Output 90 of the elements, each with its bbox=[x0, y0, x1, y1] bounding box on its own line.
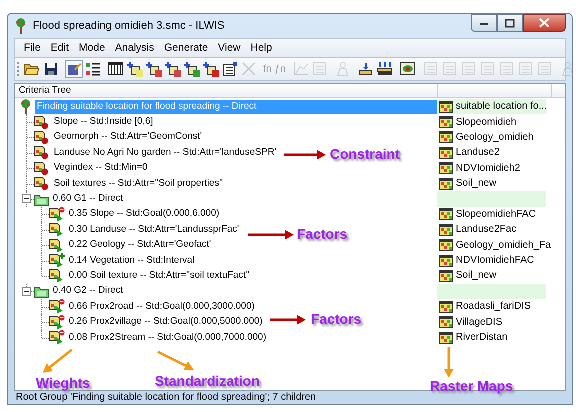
tree-item[interactable]: 0.22 Geology -- Std:Attr='Geofact' bbox=[67, 238, 212, 252]
tree-icon bbox=[14, 18, 28, 34]
map-name: Roadasli_fariDIS bbox=[456, 301, 532, 312]
tree-item[interactable]: 0.00 Soil texture -- Std:Attr=''soil textuFact'' bbox=[67, 268, 250, 283]
map-cell[interactable]: suitable location fo... bbox=[437, 99, 546, 114]
add-tool-icon[interactable] bbox=[126, 60, 144, 78]
tree-item[interactable]: 0.40 G2 -- Direct bbox=[51, 284, 124, 298]
annotation-label: Constraint bbox=[330, 145, 400, 163]
collapse-icon[interactable] bbox=[22, 194, 31, 204]
annotation-label: Raster Maps bbox=[430, 377, 514, 395]
tree-item[interactable]: 0.35 Slope -- Std:Goal(0.000,6.000) bbox=[67, 207, 220, 222]
eye-tool-icon[interactable] bbox=[398, 60, 417, 78]
close-button[interactable] bbox=[523, 14, 566, 32]
map-cell[interactable] bbox=[437, 284, 546, 300]
collapse-icon[interactable] bbox=[22, 286, 31, 296]
map-name: Slopeomidieh bbox=[456, 116, 517, 128]
raster-map-icon bbox=[439, 332, 453, 344]
map-name: SlopeomidiehFAC bbox=[456, 208, 536, 220]
map-name: VillageDIS bbox=[456, 316, 503, 328]
props-tool-icon[interactable] bbox=[220, 60, 238, 78]
annotation-label: Factors bbox=[297, 225, 348, 243]
grid-tool-icon[interactable] bbox=[376, 60, 394, 78]
menu-item[interactable]: View bbox=[213, 42, 246, 54]
window-title: Flood spreading omidieh 3.smc - ILWIS bbox=[33, 20, 226, 32]
minimize-icon bbox=[479, 20, 489, 26]
close-icon bbox=[539, 18, 550, 28]
folder-icon bbox=[34, 284, 49, 298]
raster-map-icon bbox=[439, 100, 453, 113]
map-name: Geology_omidieh bbox=[456, 132, 534, 143]
tree-item[interactable]: Soil textures -- Std:Attr=''Soil properties'' bbox=[52, 176, 224, 191]
raster-map-icon bbox=[439, 254, 453, 267]
menu-item[interactable]: Help bbox=[246, 42, 278, 54]
tree-item[interactable]: Vegindex -- Std:Min=0 bbox=[52, 161, 148, 176]
maximize-button[interactable] bbox=[497, 14, 523, 32]
annotation-label: Factors bbox=[311, 310, 362, 328]
add-tool-icon[interactable] bbox=[182, 60, 200, 78]
doc-tool-icon[interactable] bbox=[64, 60, 82, 78]
menu-item[interactable]: Analysis bbox=[110, 42, 160, 54]
map-cell[interactable] bbox=[437, 191, 546, 207]
tree-item[interactable]: Slope -- Std:Inside [0,6] bbox=[52, 115, 154, 130]
raster-map-icon bbox=[439, 116, 453, 128]
raster-map-icon bbox=[439, 131, 453, 144]
raster-map-icon bbox=[439, 162, 453, 174]
map-name: suitable location fo... bbox=[456, 101, 548, 112]
tree-item[interactable]: 0.26 Prox2village -- Std:Goal(0.000,5000.000) bbox=[67, 315, 263, 330]
constraint-map-icon bbox=[34, 176, 50, 192]
table-tool-icon[interactable] bbox=[106, 60, 124, 78]
constraint-map-icon bbox=[34, 145, 50, 160]
add-tool-icon[interactable] bbox=[202, 60, 220, 78]
raster-map-icon bbox=[439, 300, 453, 313]
add-tool-icon[interactable] bbox=[144, 60, 162, 78]
raster-map-icon bbox=[439, 208, 453, 220]
folder-icon bbox=[34, 192, 49, 206]
constraint-map-icon bbox=[34, 130, 50, 145]
maximize-icon bbox=[505, 18, 515, 28]
constraint-map-icon bbox=[34, 160, 50, 176]
stack-tool-icon[interactable] bbox=[356, 60, 375, 78]
tree-item[interactable]: 0.66 Prox2road -- Std:Goal(0.000,3000.000) bbox=[67, 300, 255, 314]
map-name: RiverDistan bbox=[456, 332, 508, 344]
menu-item[interactable]: File bbox=[19, 42, 46, 54]
map-name: NDVIomidiehFAC bbox=[456, 255, 534, 266]
tree-item[interactable]: Geomorph -- Std:Attr='GeomConst' bbox=[52, 130, 202, 144]
raster-map-icon bbox=[439, 239, 453, 252]
tree-item[interactable]: 0.08 Prox2Stream -- Std:Goal(0.000,7000.000) bbox=[67, 330, 267, 345]
map-name: Landuse2Fac bbox=[456, 224, 517, 236]
map-name: Geology_omidieh_Fa bbox=[456, 240, 552, 251]
raster-map-icon bbox=[439, 146, 453, 159]
map-name: Soil_new bbox=[456, 270, 497, 282]
raster-map-icon bbox=[439, 270, 453, 282]
tree-item[interactable]: 0.30 Landuse -- Std:Attr='LandussprFac' bbox=[67, 222, 240, 237]
status-text: Root Group 'Finding suitable location for flood spreading'; 7 children bbox=[15, 391, 318, 404]
minimize-button[interactable] bbox=[471, 14, 497, 32]
tree-item[interactable]: 0.60 G1 -- Direct bbox=[51, 192, 124, 206]
raster-map-icon bbox=[439, 224, 453, 236]
map-name: NDVIomidieh2 bbox=[456, 162, 520, 174]
annotation-label: Wieghts bbox=[36, 374, 90, 392]
tree-item[interactable]: 0.14 Vegetation -- Std:Interval bbox=[67, 254, 195, 268]
map-name: Landuse2 bbox=[456, 147, 500, 158]
add-tool-icon[interactable] bbox=[164, 60, 182, 78]
raster-map-icon bbox=[439, 178, 453, 190]
constraint-map-icon bbox=[34, 114, 50, 130]
map-name: Soil_new bbox=[456, 178, 497, 190]
raster-map-icon bbox=[439, 316, 453, 328]
menu-item[interactable]: Generate bbox=[159, 42, 214, 54]
annotation-label: Standardization bbox=[155, 372, 260, 390]
menu-item[interactable]: Edit bbox=[46, 42, 74, 54]
list-tool-icon[interactable] bbox=[84, 60, 102, 78]
menu-item[interactable]: Mode bbox=[74, 42, 110, 54]
tree-item[interactable]: Landuse No Agri No garden -- Std:Attr='landuseSPR' bbox=[52, 146, 277, 160]
tree-icon bbox=[19, 99, 33, 114]
